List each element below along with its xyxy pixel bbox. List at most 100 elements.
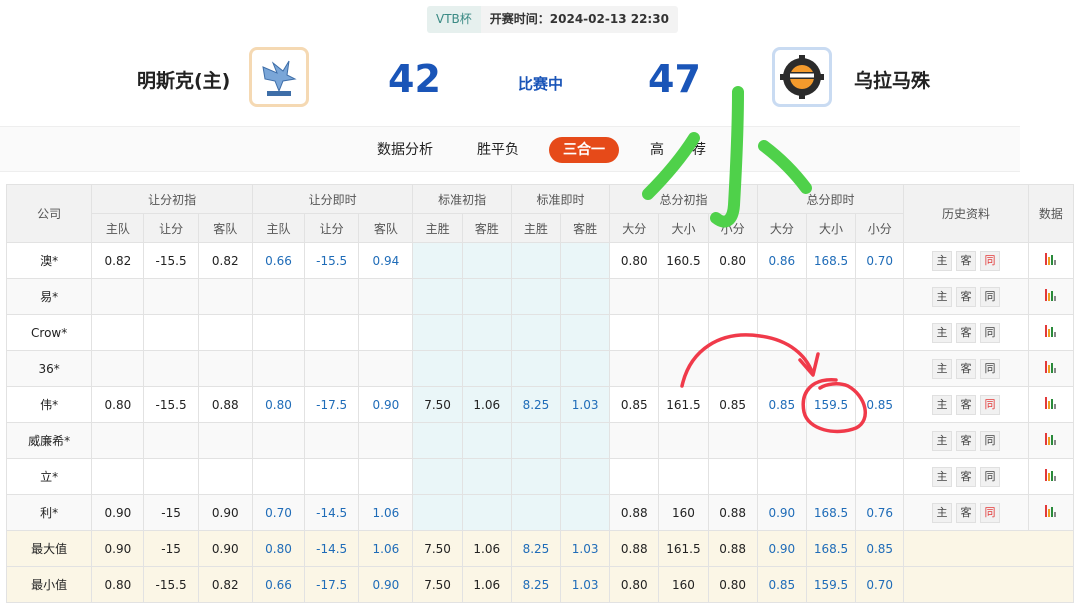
subheader-cell: 主胜 <box>510 213 562 243</box>
tab-data-analysis[interactable]: 数据分析 <box>377 137 433 163</box>
history-home-button[interactable]: 主 <box>932 250 953 271</box>
odds-cell: -15.5 <box>143 566 199 603</box>
history-away-button[interactable]: 客 <box>956 250 977 271</box>
odds-table: 公司 让分初指 让分即时 标准初指 标准即时 总分初指 总分即时 历史资料 数据… <box>5 184 1075 603</box>
home-team-name[interactable]: 明斯克(主) <box>137 66 230 93</box>
odds-cell <box>609 314 660 351</box>
odds-cell <box>560 494 611 531</box>
history-away-button[interactable]: 客 <box>956 394 977 415</box>
subheader-cell: 小分 <box>855 213 905 243</box>
history-home-button[interactable]: 主 <box>932 502 953 523</box>
odds-cell: -15.5 <box>304 242 360 279</box>
odds-cell <box>707 350 758 387</box>
data-cell <box>1027 386 1075 423</box>
header-company: 公司 <box>5 184 93 243</box>
bar-chart-icon[interactable] <box>1045 325 1057 337</box>
header-standard-live: 标准即时 <box>510 184 611 214</box>
odds-cell: 0.70 <box>251 494 306 531</box>
odds-cell: 0.90 <box>197 530 253 567</box>
history-same-button[interactable]: 同 <box>980 502 1001 523</box>
company-name[interactable]: 伟* <box>5 386 93 423</box>
odds-cell: -15.5 <box>143 242 199 279</box>
bar-chart-icon[interactable] <box>1045 289 1057 301</box>
history-home-button[interactable]: 主 <box>932 286 953 307</box>
history-away-button[interactable]: 客 <box>956 430 977 451</box>
history-same-button[interactable]: 同 <box>980 430 1001 451</box>
history-away-button[interactable]: 客 <box>956 502 977 523</box>
subheader-cell: 大分 <box>609 213 660 243</box>
odds-cell <box>461 350 512 387</box>
history-cell: 主客同 <box>903 242 1029 279</box>
history-same-button[interactable]: 同 <box>980 358 1001 379</box>
tab-recommend-partial-a[interactable]: 高 <box>650 137 664 163</box>
odds-cell: 0.76 <box>855 494 905 531</box>
odds-cell <box>658 314 709 351</box>
history-same-button[interactable]: 同 <box>980 466 1001 487</box>
history-home-button[interactable]: 主 <box>932 430 953 451</box>
table-row: 易* 主客同 <box>5 278 1075 315</box>
company-name[interactable]: 威廉希* <box>5 422 93 459</box>
away-team-name[interactable]: 乌拉马殊 <box>854 66 930 93</box>
company-name[interactable]: 利* <box>5 494 93 531</box>
odds-cell <box>197 314 253 351</box>
away-team-logo[interactable] <box>772 47 832 107</box>
company-name[interactable]: 立* <box>5 458 93 495</box>
odds-cell <box>251 422 306 459</box>
summary-empty-cell <box>903 530 1074 567</box>
odds-cell <box>560 422 611 459</box>
odds-cell: 0.90 <box>358 386 414 423</box>
bar-chart-icon[interactable] <box>1045 397 1057 409</box>
bar-chart-icon[interactable] <box>1045 505 1057 517</box>
table-row: 威廉希* 主客同 <box>5 422 1075 459</box>
subheader-cell: 让分 <box>304 213 360 243</box>
odds-cell <box>510 278 562 315</box>
odds-cell: -15 <box>143 530 199 567</box>
history-away-button[interactable]: 客 <box>956 322 977 343</box>
subheader-cell: 让分 <box>143 213 199 243</box>
odds-cell: 160 <box>658 494 709 531</box>
odds-cell <box>358 314 414 351</box>
odds-cell: 168.5 <box>805 242 857 279</box>
odds-cell: 0.70 <box>855 566 905 603</box>
company-name[interactable]: 36* <box>5 350 93 387</box>
company-name[interactable]: 易* <box>5 278 93 315</box>
odds-cell <box>805 350 857 387</box>
bar-chart-icon[interactable] <box>1045 433 1057 445</box>
tab-win-draw-lose[interactable]: 胜平负 <box>477 137 519 163</box>
history-home-button[interactable]: 主 <box>932 322 953 343</box>
table-row: 伟* 0.80 -15.5 0.88 0.80 -17.5 0.90 7.50 1.06 8.25… <box>5 386 1075 423</box>
history-same-button[interactable]: 同 <box>980 394 1001 415</box>
tab-three-in-one[interactable]: 三合一 <box>549 137 619 163</box>
odds-cell <box>560 350 611 387</box>
odds-cell <box>304 458 360 495</box>
odds-cell <box>756 350 807 387</box>
odds-cell: -14.5 <box>304 494 360 531</box>
history-away-button[interactable]: 客 <box>956 466 977 487</box>
odds-cell: 160 <box>658 566 709 603</box>
odds-cell <box>609 350 660 387</box>
odds-cell: 0.80 <box>707 566 758 603</box>
history-away-button[interactable]: 客 <box>956 286 977 307</box>
odds-cell: 160.5 <box>658 242 709 279</box>
odds-cell <box>855 350 905 387</box>
history-same-button[interactable]: 同 <box>980 250 1001 271</box>
league-badge[interactable]: VTB杯 <box>427 6 481 33</box>
history-home-button[interactable]: 主 <box>932 394 953 415</box>
bar-chart-icon[interactable] <box>1045 361 1057 373</box>
company-name[interactable]: 澳* <box>5 242 93 279</box>
company-name[interactable]: Crow* <box>5 314 93 351</box>
odds-cell: -17.5 <box>304 566 360 603</box>
odds-cell <box>609 458 660 495</box>
home-team-logo[interactable] <box>249 47 309 107</box>
bar-chart-icon[interactable] <box>1045 253 1057 265</box>
odds-cell <box>197 422 253 459</box>
history-away-button[interactable]: 客 <box>956 358 977 379</box>
odds-cell: 1.06 <box>461 386 512 423</box>
history-same-button[interactable]: 同 <box>980 322 1001 343</box>
odds-cell <box>658 350 709 387</box>
tab-recommend-partial-b[interactable]: 荐 <box>692 137 706 163</box>
history-home-button[interactable]: 主 <box>932 358 953 379</box>
history-same-button[interactable]: 同 <box>980 286 1001 307</box>
history-home-button[interactable]: 主 <box>932 466 953 487</box>
bar-chart-icon[interactable] <box>1045 469 1057 481</box>
